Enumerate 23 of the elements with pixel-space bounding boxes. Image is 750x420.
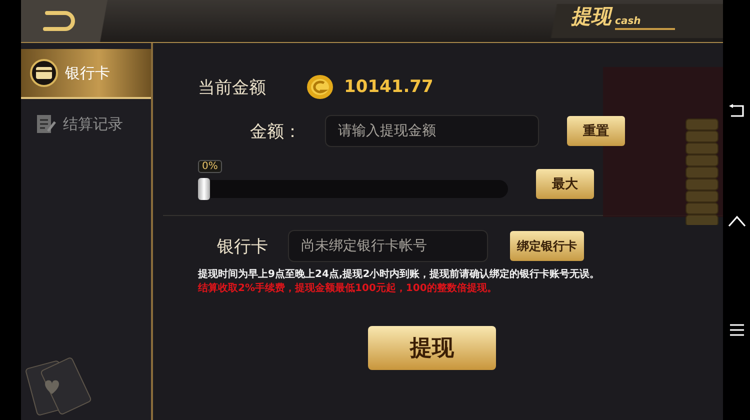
page-title: 提现: [571, 3, 612, 30]
home-icon[interactable]: [728, 215, 746, 227]
slider-thumb[interactable]: [198, 178, 210, 200]
bank-card-icon: [29, 58, 60, 88]
page-subtitle: cash: [615, 16, 676, 30]
amount-input-field[interactable]: 请输入提现金额: [325, 115, 540, 147]
notice-text: 提现时间为早上9点至晚上24点,提现2小时内到账，提现前请确认绑定的银行卡账号无误。: [198, 268, 601, 282]
sidebar-tab[interactable]: 结算记录: [21, 99, 152, 149]
withdraw-button[interactable]: 提现: [368, 326, 496, 370]
bank-card-input-field[interactable]: 尚未绑定银行卡帐号: [288, 230, 488, 262]
max-button[interactable]: 最大: [536, 169, 594, 199]
bank-card-label: 银行卡: [216, 236, 270, 258]
notice-text: 结算收取2%手续费，提现金额最低100元起，100的整数倍提现。: [198, 282, 498, 296]
document-pen-icon: [35, 113, 58, 135]
reset-button[interactable]: 重置: [567, 116, 626, 146]
amount-label: 金额：: [249, 120, 302, 142]
bind-card-button[interactable]: 绑定银行卡: [510, 231, 584, 261]
back-icon[interactable]: [728, 103, 746, 119]
slider-percent: 0%: [198, 160, 222, 173]
balance-amount: 10141.77: [344, 77, 434, 97]
coin-icon: [306, 74, 334, 100]
balance-label: 当前金额: [198, 76, 268, 98]
menu-icon[interactable]: [728, 323, 745, 337]
